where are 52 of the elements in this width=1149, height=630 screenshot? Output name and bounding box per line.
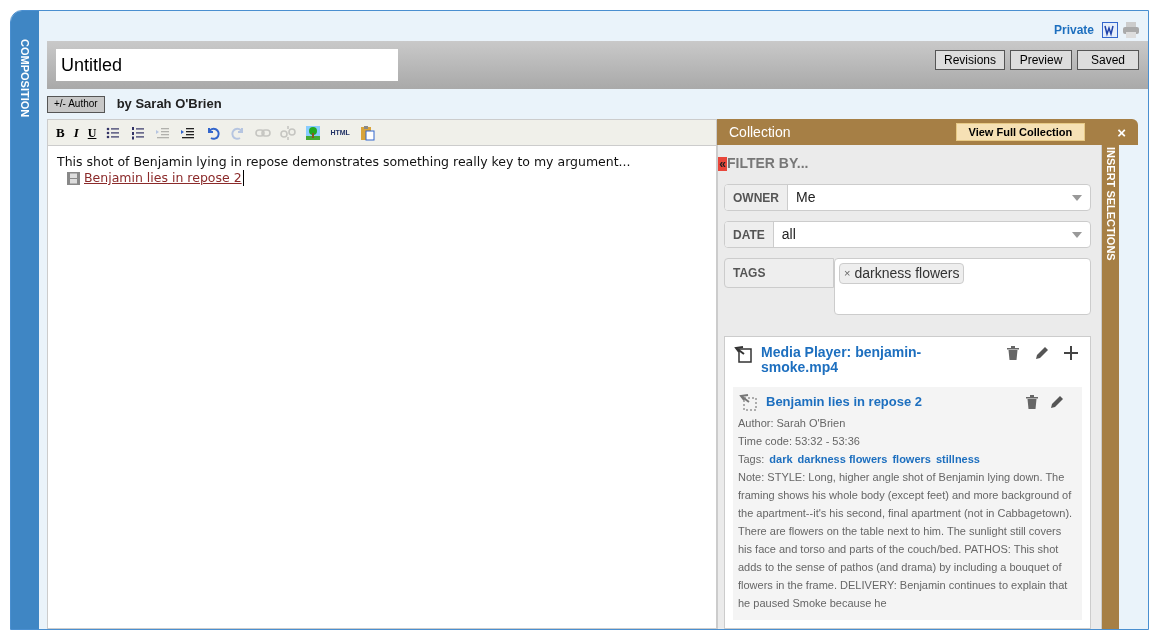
filter-label: DATE (725, 222, 774, 247)
insert-icon[interactable] (733, 345, 753, 363)
filter-label: TAGS (724, 258, 834, 288)
film-icon (67, 171, 80, 185)
side-tab[interactable]: COMPOSITION (11, 11, 39, 629)
image-icon[interactable] (305, 124, 322, 141)
annotation-note: Note: STYLE: Long, higher angle shot of Benjamin lying down. The framing shows his whole body (except feet) and more background of the apartment--it's his second, final apartment (not in Cabbagetown). There are flowers on the table next to him. The sunlight still covers his face and torso and parts of the couch/bed. PATHOS: This shot adds to the sense of pathos (and drama) by including a bouquet of flowers in the frame. DELIVERY: Benjamin continues to explain that he paused Smoke because he (738, 469, 1074, 611)
tags-label: Tags: (738, 451, 765, 467)
media-title[interactable]: Media Player: benjamin-smoke.mp4 (761, 345, 998, 375)
remove-tag-button[interactable]: × (844, 265, 851, 282)
filter-value: Me (795, 188, 817, 207)
filter-heading: FILTER BY... (727, 154, 809, 173)
editor-text: This shot of Benjamin lying in repose demonstrates something really key to my argument... (57, 154, 632, 170)
trash-icon[interactable] (1006, 345, 1020, 361)
collapse-button[interactable]: « (718, 156, 727, 171)
action-button[interactable]: Preview (1010, 50, 1072, 70)
tag-text: darkness flowers (854, 264, 960, 283)
clip-link[interactable]: Benjamin lies in repose 2 (84, 170, 244, 186)
author-button[interactable]: +/- Author (47, 95, 105, 113)
privacy-link[interactable]: Private (1053, 21, 1094, 39)
dropdown-icon (1072, 231, 1082, 238)
action-button[interactable]: Saved (1077, 50, 1139, 70)
filter-select[interactable]: OWNER Me (724, 184, 1091, 211)
tag-link[interactable]: dark (769, 449, 793, 468)
numbers-icon[interactable] (130, 124, 147, 141)
tags-field[interactable]: × darkness flowers (834, 258, 1091, 315)
pencil-icon[interactable] (1049, 393, 1065, 410)
trash-icon[interactable] (1025, 393, 1039, 410)
bold-button[interactable]: B (56, 126, 65, 139)
view-collection-button[interactable]: View Full Collection (955, 123, 1086, 141)
word-icon[interactable] (1102, 22, 1118, 38)
annotation-title[interactable]: Benjamin lies in repose 2 (766, 392, 1017, 412)
paste-icon[interactable] (358, 124, 375, 141)
action-button[interactable]: Revisions (934, 50, 1005, 70)
filter-label: OWNER (725, 185, 788, 210)
annotation-author: Author: Sarah O'Brien (738, 415, 847, 431)
title-field[interactable]: Untitled (56, 49, 398, 81)
tag-link[interactable]: flowers (892, 449, 931, 468)
dropdown-icon (1072, 194, 1082, 201)
byline: by Sarah O'Brien (116, 95, 222, 114)
filter-select[interactable]: DATE all (724, 221, 1091, 248)
tag-link[interactable]: stillness (935, 449, 980, 468)
annotation-timecode: Time code: 53:32 - 53:36 (738, 433, 861, 449)
underline-button[interactable]: U (87, 126, 97, 139)
add-icon[interactable] (1064, 346, 1078, 360)
close-button[interactable]: × (1117, 124, 1126, 140)
collection-title: Collection (729, 122, 792, 142)
filter-value: all (780, 225, 797, 244)
pencil-icon[interactable] (1034, 345, 1050, 361)
side-tab[interactable]: INSERT SELECTIONS (1101, 145, 1119, 629)
italic-button[interactable]: I (73, 126, 79, 139)
tag-link[interactable]: darkness flowers (797, 449, 888, 468)
